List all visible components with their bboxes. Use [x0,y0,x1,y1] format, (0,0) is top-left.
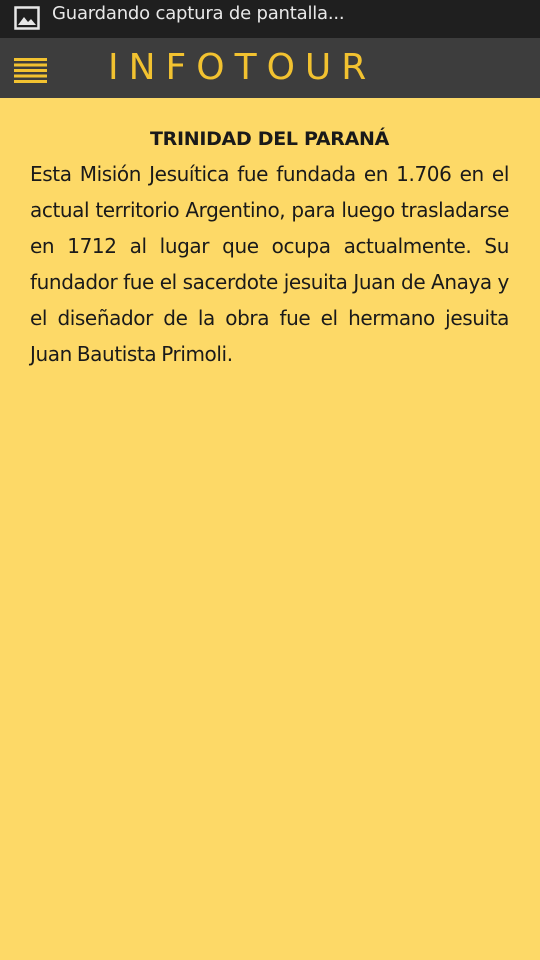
app-title: INFOTOUR [108,47,377,88]
hamburger-menu-icon[interactable] [12,56,50,86]
image-icon [14,6,40,30]
article-content: TRINIDAD DEL PARANÁ Esta Misión Jesuític… [30,124,509,372]
status-notification-text: Guardando captura de pantalla... [52,3,345,24]
status-bar: Guardando captura de pantalla... [0,0,540,38]
app-header: INFOTOUR [0,38,540,98]
article-title: TRINIDAD DEL PARANÁ [149,128,390,150]
article-body: Esta Misión Jesuítica fue fundada en 1.7… [30,162,509,366]
